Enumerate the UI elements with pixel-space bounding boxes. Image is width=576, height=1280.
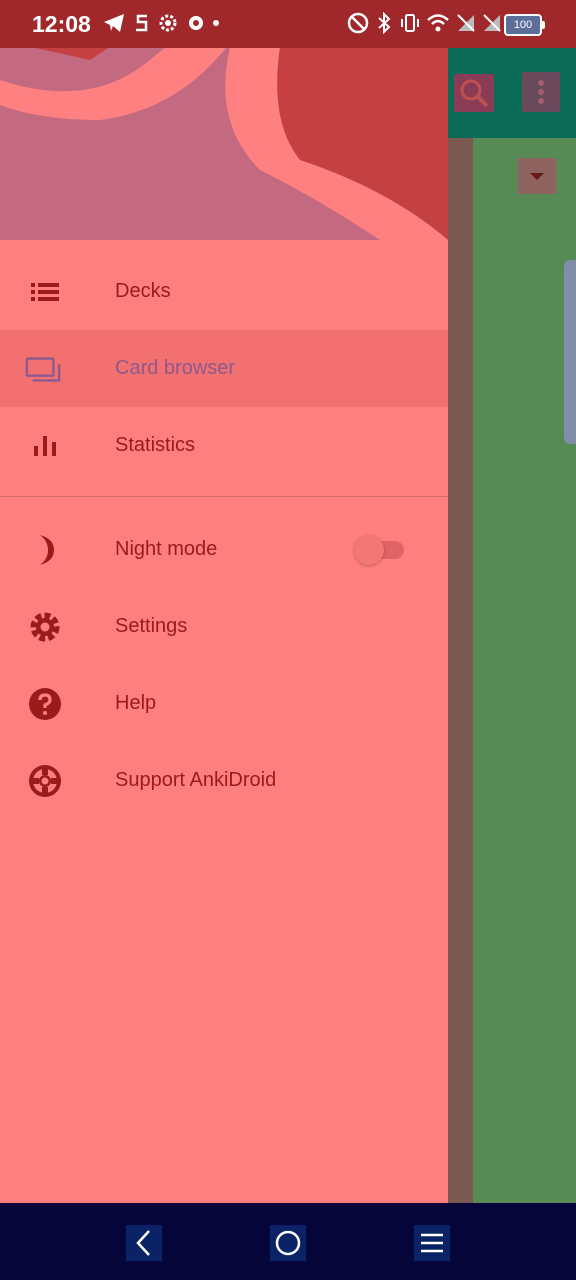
- drawer-item-decks[interactable]: Decks: [0, 253, 448, 330]
- home-button[interactable]: [270, 1225, 306, 1261]
- drawer-item-label: Support AnkiDroid: [115, 769, 277, 791]
- bluetooth-icon: [372, 10, 396, 36]
- help-icon: [26, 685, 64, 723]
- telegram-icon: [102, 10, 126, 36]
- settings-icon: [156, 10, 180, 36]
- back-button[interactable]: [126, 1225, 162, 1261]
- bar-chart-icon: [26, 427, 64, 465]
- drawer-item-label: Night mode: [115, 538, 218, 560]
- wifi-icon: [426, 10, 450, 36]
- drawer-item-label: Card browser: [115, 357, 236, 379]
- drawer-item-statistics[interactable]: Statistics: [0, 407, 448, 484]
- drawer-item-settings[interactable]: Settings: [0, 588, 448, 665]
- drawer-scrim[interactable]: [448, 138, 473, 1203]
- no-sim-icon: [480, 10, 504, 36]
- vibrate-icon: [398, 10, 422, 36]
- search-button[interactable]: [454, 74, 494, 112]
- system-nav-bar: [0, 1203, 576, 1280]
- divider: [0, 496, 448, 497]
- recents-button[interactable]: [414, 1225, 450, 1261]
- nfc-icon: [346, 10, 370, 36]
- search-icon: [460, 79, 489, 108]
- no-sim-icon: [454, 10, 478, 36]
- drawer-item-night-mode[interactable]: Night mode: [0, 511, 448, 588]
- overflow-menu-button[interactable]: [522, 72, 560, 112]
- scrollbar[interactable]: [564, 260, 576, 444]
- toggle-thumb: [354, 534, 384, 565]
- card-browser-icon: [24, 350, 62, 388]
- status-time: 12:08: [32, 11, 91, 37]
- dot-icon: [204, 10, 228, 36]
- list-icon: [26, 273, 64, 311]
- navigation-drawer: Decks Card browser Statistics Night mode: [0, 0, 448, 1203]
- status-bar: 12:08 100: [0, 0, 576, 48]
- moon-icon: [26, 531, 64, 569]
- back-icon: [136, 1230, 150, 1256]
- more-vert-icon: [538, 80, 544, 104]
- gear-icon: [26, 608, 64, 646]
- drawer-item-label: Statistics: [115, 434, 196, 456]
- chevron-down-icon: [530, 173, 544, 180]
- recents-icon: [421, 1233, 443, 1253]
- drawer-item-label: Settings: [115, 615, 188, 637]
- battery-icon: 100: [504, 14, 545, 36]
- lifebuoy-icon: [26, 762, 64, 800]
- drawer-item-help[interactable]: Help: [0, 665, 448, 742]
- drawer-item-label: Decks: [115, 280, 171, 302]
- home-icon: [275, 1230, 301, 1256]
- dropdown-button[interactable]: [518, 158, 556, 194]
- night-mode-toggle[interactable]: [354, 534, 404, 565]
- drawer-item-label: Help: [115, 692, 157, 714]
- s-app-icon: [130, 10, 154, 36]
- drawer-item-support[interactable]: Support AnkiDroid: [0, 742, 448, 819]
- drawer-item-card-browser[interactable]: Card browser: [0, 330, 448, 407]
